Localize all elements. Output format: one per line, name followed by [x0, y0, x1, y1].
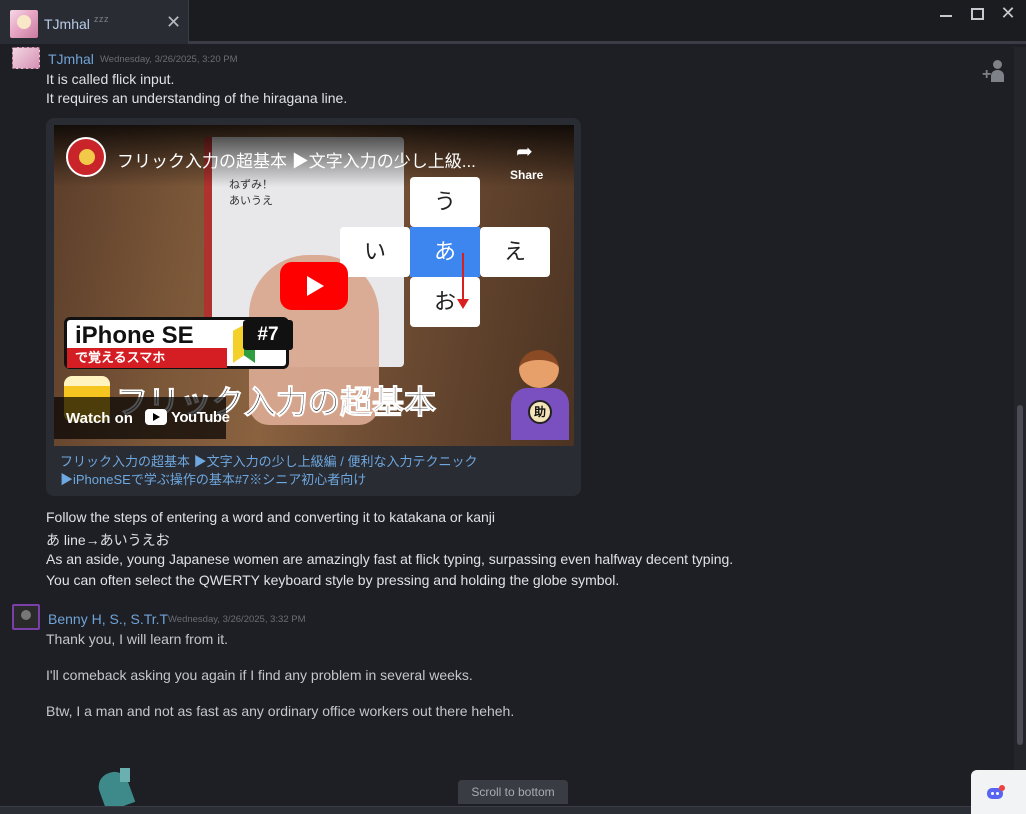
away-status: zzz	[94, 14, 109, 24]
chat-tab[interactable]: TJmhal zzz ✕	[0, 0, 189, 44]
video-link[interactable]: フリック入力の超基本 ▶文字入力の少し上級編 / 便利な入力テクニック▶iPho…	[60, 453, 530, 489]
video-player[interactable]: ねずみ！ あいうえ フリック入力の超基本 ▶文字入力の少し上級... ➦ Sha…	[54, 125, 574, 446]
tab-avatar	[10, 10, 38, 38]
channel-logo[interactable]	[66, 137, 106, 177]
message-timestamp: Wednesday, 3/26/2025, 3:20 PM	[100, 54, 238, 65]
message-text: It requires an understanding of the hira…	[46, 90, 348, 106]
add-friend-icon[interactable]: +	[982, 60, 1006, 83]
partial-image	[80, 767, 152, 813]
window-close-icon[interactable]: ✕	[996, 3, 1020, 23]
flick-key-i: い	[340, 227, 410, 277]
flick-key-a: あ	[410, 227, 480, 277]
maximize-icon[interactable]	[965, 6, 989, 26]
message-text: It is called flick input.	[46, 71, 175, 87]
chat-input-bar[interactable]	[0, 806, 1026, 814]
tab-name: TJmhal	[44, 16, 90, 32]
flick-key-u: う	[410, 177, 480, 227]
message-author[interactable]: Benny H, S., S.Tr.T	[48, 611, 168, 627]
message-text: あ line→あいうえお	[46, 532, 170, 548]
play-button[interactable]	[280, 262, 348, 310]
message-timestamp: Wednesday, 3/26/2025, 3:32 PM	[168, 614, 306, 625]
youtube-icon	[145, 409, 167, 425]
notification-dot	[999, 785, 1005, 791]
title-bar: TJmhal zzz ✕ ✕	[0, 0, 1026, 44]
episode-number: #7	[243, 320, 293, 350]
scrollbar[interactable]	[1014, 47, 1026, 807]
share-label[interactable]: Share	[510, 168, 543, 182]
mascot-image: 助	[509, 350, 571, 440]
message-text: Btw, I a man and not as fast as any ordi…	[46, 703, 515, 719]
message-text: Follow the steps of entering a word and …	[46, 509, 496, 525]
message-author[interactable]: TJmhal	[48, 51, 94, 67]
scroll-to-bottom-button[interactable]: Scroll to bottom	[458, 780, 568, 804]
share-icon[interactable]: ➦	[516, 139, 533, 164]
message-text: Thank you, I will learn from it.	[46, 631, 229, 647]
message-text: As an aside, young Japanese women are am…	[46, 551, 734, 567]
message-text: I'll comeback asking you again if I find…	[46, 667, 473, 683]
flick-key-e: え	[480, 227, 550, 277]
message-text: You can often select the QWERTY keyboard…	[46, 572, 620, 588]
discord-tile[interactable]	[971, 770, 1026, 814]
video-title[interactable]: フリック入力の超基本 ▶文字入力の少し上級...	[117, 147, 476, 172]
avatar[interactable]	[12, 604, 40, 630]
chat-log[interactable]: TJmhal Wednesday, 3/26/2025, 3:20 PM It …	[0, 47, 1014, 807]
tab-close-icon[interactable]: ✕	[166, 12, 181, 33]
minimize-icon[interactable]	[934, 6, 958, 26]
scrollbar-thumb[interactable]	[1017, 405, 1023, 745]
youtube-embed: ねずみ！ あいうえ フリック入力の超基本 ▶文字入力の少し上級... ➦ Sha…	[46, 118, 581, 496]
flick-key-o: お	[410, 277, 480, 327]
avatar[interactable]	[12, 47, 40, 69]
watch-on-youtube-button[interactable]: Watch on YouTube	[54, 397, 230, 439]
flick-arrow-icon	[457, 253, 469, 309]
